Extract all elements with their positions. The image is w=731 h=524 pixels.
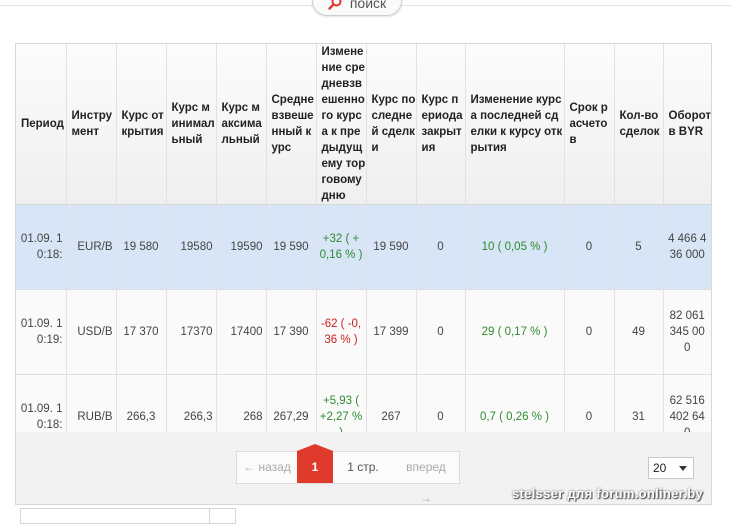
header-close-rate[interactable]: Курс периода закрытия: [416, 44, 466, 205]
chevron-down-icon: [679, 466, 687, 471]
header-deal-count[interactable]: Кол-во сделок: [614, 44, 664, 205]
cell-deal-count: 49: [614, 289, 664, 375]
table-row[interactable]: 01.09. 10:19: USD/B 17 370 17370 17400 1…: [16, 289, 711, 375]
header-instrument[interactable]: Инструмент: [66, 44, 117, 205]
header-max-rate[interactable]: Курс максимальный: [216, 44, 267, 205]
table-row[interactable]: 01.09. 10:18: EUR/B 19 580 19580 19590 1…: [16, 204, 711, 290]
cell-turnover: 82 061 345 000: [663, 289, 711, 375]
divider: [209, 509, 210, 523]
cell-last-deal-change: 10 ( 0,05 % ): [465, 204, 565, 290]
header-weighted-change[interactable]: Изменение средневзвешенного курса к пред…: [316, 44, 367, 205]
header-period[interactable]: Период: [16, 44, 67, 205]
cell-weighted-change: +5,93 ( +2,27 % ): [316, 374, 367, 433]
cell-weighted-change: +32 ( +0,16 % ): [316, 204, 367, 290]
header-last-deal-change[interactable]: Изменение курса последней сделки к курсу…: [465, 44, 565, 205]
cell-min-rate: 19580: [166, 204, 217, 290]
bottom-partial-control: [20, 508, 236, 524]
cell-instrument: RUB/B: [66, 374, 117, 433]
page-size-select[interactable]: 20: [648, 457, 694, 479]
table-row[interactable]: 01.09. 10:18: RUB/B 266,3 266,3 268 267,…: [16, 374, 711, 433]
cell-max-rate: 268: [216, 374, 267, 433]
cell-turnover: 4 466 436 000: [663, 204, 711, 290]
cell-min-rate: 266,3: [166, 374, 217, 433]
cell-settlement: 0: [564, 204, 615, 290]
cell-deal-count: 5: [614, 204, 664, 290]
cell-min-rate: 17370: [166, 289, 217, 375]
cell-last-deal-change: 29 ( 0,17 % ): [465, 289, 565, 375]
cell-last-deal-rate: 19 590: [366, 204, 417, 290]
cell-instrument: EUR/B: [66, 204, 117, 290]
cell-turnover: 62 516 402 640: [663, 374, 711, 433]
header-turnover[interactable]: Оборот в BYR: [663, 44, 711, 205]
cell-close-rate: 0: [416, 204, 466, 290]
cell-deal-count: 31: [614, 374, 664, 433]
cell-close-rate: 0: [416, 374, 466, 433]
header-settlement[interactable]: Срок расчетов: [564, 44, 615, 205]
watermark: stelsser для forum.onliner.by: [512, 486, 704, 501]
cell-settlement: 0: [564, 289, 615, 375]
search-button[interactable]: поиск: [312, 0, 402, 16]
prev-page-button[interactable]: ← назад: [237, 452, 297, 483]
cell-close-rate: 0: [416, 289, 466, 375]
cell-settlement: 0: [564, 374, 615, 433]
cell-period: 01.09. 10:19:: [16, 289, 67, 375]
cell-open-rate: 266,3: [116, 374, 167, 433]
cell-weighted-rate: 19 590: [266, 204, 317, 290]
header-weighted-rate[interactable]: Средневзвешенный курс: [266, 44, 317, 205]
pagination: ← назад 1 1 стр. вперед →: [236, 444, 460, 505]
current-page-button[interactable]: 1: [297, 444, 333, 483]
table-header-row: Период Инструмент Курс открытия Курс мин…: [16, 44, 711, 205]
cell-open-rate: 19 580: [116, 204, 167, 290]
trading-results-table: Период Инструмент Курс открытия Курс мин…: [15, 43, 712, 434]
cell-weighted-rate: 17 390: [266, 289, 317, 375]
cell-max-rate: 17400: [216, 289, 267, 375]
cell-period: 01.09. 10:18:: [16, 374, 67, 433]
cell-last-deal-change: 0,7 ( 0,26 % ): [465, 374, 565, 433]
page-size-value: 20: [653, 461, 667, 475]
cell-period: 01.09. 10:18:: [16, 204, 67, 290]
page-count-label: 1 стр.: [347, 460, 379, 474]
header-last-deal-rate[interactable]: Курс последней сделки: [366, 44, 417, 205]
cell-last-deal-rate: 17 399: [366, 289, 417, 375]
header-min-rate[interactable]: Курс минимальный: [166, 44, 217, 205]
cell-max-rate: 19590: [216, 204, 267, 290]
search-button-label: поиск: [349, 0, 387, 11]
cell-last-deal-rate: 267: [366, 374, 417, 433]
cell-open-rate: 17 370: [116, 289, 167, 375]
cell-weighted-rate: 267,29: [266, 374, 317, 433]
next-page-button[interactable]: вперед →: [393, 452, 459, 505]
cell-weighted-change: -62 ( -0,36 % ): [316, 289, 367, 375]
cell-instrument: USD/B: [66, 289, 117, 375]
search-icon: [328, 0, 342, 10]
header-open-rate[interactable]: Курс открытия: [116, 44, 167, 205]
